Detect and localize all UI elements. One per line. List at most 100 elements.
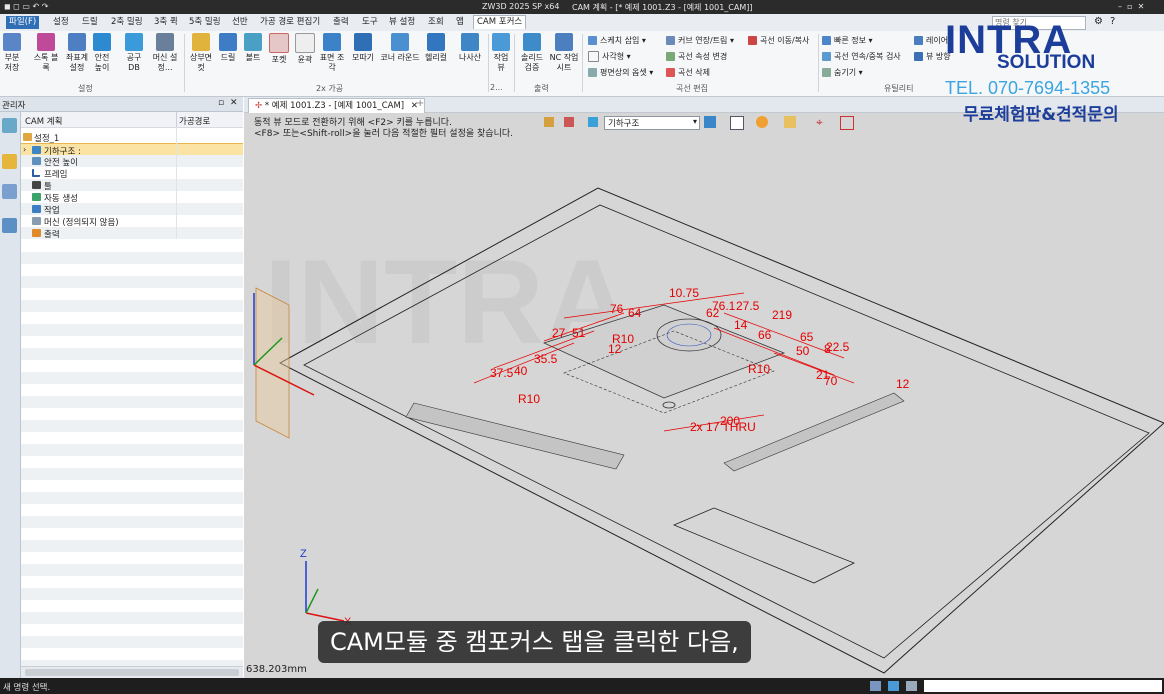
column-cam-plan[interactable]: CAM 계획 (25, 115, 62, 127)
tab-inquiry[interactable]: 조회 (425, 16, 447, 29)
tree-item-output[interactable]: 출력 (21, 227, 243, 240)
close-panel-icon[interactable]: ✕ (230, 98, 238, 108)
move-copy-icon (748, 36, 757, 45)
solid-verify-icon (523, 33, 541, 51)
partial-save-button[interactable]: 부분 저장 (2, 33, 22, 73)
status-input-field[interactable] (924, 680, 1162, 692)
expand-icon[interactable]: › (23, 145, 26, 154)
brand-sub: SOLUTION (997, 52, 1096, 73)
nc-sheet-button[interactable]: NC 작업 시트 (548, 33, 580, 73)
thread-button[interactable]: 나사산 (456, 33, 484, 63)
work-view-button[interactable]: 작업 뷰 (490, 33, 512, 73)
window-controls[interactable]: – ▫ ✕ (1118, 2, 1144, 11)
history-tab-icon[interactable] (2, 118, 17, 133)
quick-info-button[interactable]: 빠른 정보 ▾ (822, 35, 873, 46)
title-block (672, 507, 855, 584)
tab-3axis[interactable]: 3축 퀵 (151, 16, 181, 29)
tree-item-auto-generate[interactable]: 자동 생성 (21, 191, 243, 204)
drill-button[interactable]: 드릴 (218, 33, 238, 63)
tab-toolpath-editor[interactable]: 가공 경로 편집기 (257, 16, 323, 29)
rail-left (405, 402, 625, 470)
app-title: ZW3D 2025 SP x64 (482, 2, 560, 11)
folder-icon (23, 133, 32, 141)
tool-icon (32, 181, 41, 189)
surface-engrave-button[interactable]: 표면 조각 (318, 33, 346, 73)
dim-label: 35.5 (534, 352, 558, 366)
tab-cam-focus[interactable]: CAM 포커스 (473, 15, 527, 29)
tab-tools[interactable]: 도구 (359, 16, 381, 29)
tab-view-settings[interactable]: 뷰 설정 (386, 16, 418, 29)
dim-label: 62 (706, 306, 720, 320)
user-tab-icon[interactable] (2, 218, 17, 233)
geometry-icon (32, 146, 41, 154)
triad-x-line (305, 612, 345, 622)
stock-block-button[interactable]: 스톡 블록 (32, 33, 60, 73)
rectangle-button[interactable]: 사각형 ▾ (588, 51, 631, 62)
status-grid-icon[interactable] (906, 681, 917, 691)
tab-5axis[interactable]: 5축 밀링 (186, 16, 224, 29)
scale-readout: 638.203mm (246, 664, 307, 675)
tab-setup[interactable]: 설정 (50, 16, 72, 29)
tree-item-machine[interactable]: 머신 (정의되지 않음) (21, 215, 243, 228)
dim-label: 27.5 (736, 299, 760, 313)
chamfer-button[interactable]: 모따기 (350, 33, 376, 63)
app-icons[interactable]: ◼ ◻ ▭ ↶ ↷ (4, 2, 48, 11)
pocket-button[interactable]: 포켓 (268, 33, 290, 65)
brand-promo: 무료체험판&견적문의 (963, 105, 1119, 125)
scroll-thumb[interactable] (25, 669, 239, 676)
tab-output[interactable]: 출력 (330, 16, 352, 29)
safe-height-button[interactable]: 안전 높이 (92, 33, 112, 73)
status-bar: 새 명령 선택. (0, 678, 1164, 694)
cad-drawing: INTRA 10.75 76.1 27.5 219 76 64 62 14 66… (253, 187, 1164, 674)
status-view-icon[interactable] (870, 681, 881, 691)
pin-icon[interactable]: ▫ (218, 98, 224, 108)
curve-attr-button[interactable]: 곡선 속성 변경 (666, 51, 727, 62)
corner-round-icon (391, 33, 409, 51)
tab-2axis[interactable]: 2축 밀링 (108, 16, 146, 29)
curve-extend-trim-button[interactable]: 커브 연장/트림 ▾ (666, 35, 734, 46)
solid-verify-button[interactable]: 솔리드 검증 (518, 33, 546, 73)
layer-icon (914, 36, 923, 45)
planar-offset-button[interactable]: 평면상의 옵셋 ▾ (588, 67, 653, 78)
doc-tab-label: * 예제 1001.Z3 - [예제 1001_CAM] (264, 101, 405, 111)
insert-sketch-button[interactable]: 스케치 삽입 ▾ (588, 35, 646, 46)
tree-item-safe-height[interactable]: 안전 높이 (21, 155, 243, 168)
layer-button[interactable]: 레이어 (914, 35, 948, 46)
tool-db-button[interactable]: 공구 DB (124, 33, 144, 73)
hide-button[interactable]: 숨기기 ▾ (822, 67, 863, 78)
corner-round-button[interactable]: 코너 라운드 (380, 33, 420, 63)
machine-setup-button[interactable]: 머신 설정... (148, 33, 182, 73)
tree-empty-rows (21, 240, 243, 666)
profile-button[interactable]: 윤곽 (294, 33, 316, 65)
helical-icon (427, 33, 445, 51)
cam-tab-icon[interactable] (2, 154, 17, 169)
tab-file[interactable]: 파일(F) (6, 16, 40, 29)
cad-viewport[interactable]: 동적 뷰 모드로 전환하기 위해 <F2> 키를 누릅니다. <F8> 또는<S… (244, 113, 1164, 678)
column-divider (176, 112, 177, 127)
tree-item-tool[interactable]: 툴 (21, 179, 243, 192)
work-view-icon (492, 33, 510, 51)
curve-delete-button[interactable]: 곡선 삭제 (666, 67, 710, 78)
curve-check-button[interactable]: 곡선 연속/중복 검사 (822, 51, 901, 62)
dim-label: 66 (758, 328, 772, 342)
tab-lathe[interactable]: 선반 (229, 16, 251, 29)
operation-icon (32, 205, 41, 213)
doc-tab[interactable]: ✢ * 예제 1001.Z3 - [예제 1001_CAM] ✕ (248, 98, 425, 113)
status-layer-icon[interactable] (888, 681, 899, 691)
tree-item-setup[interactable]: 설정_1 (21, 131, 243, 144)
tab-apps[interactable]: 앱 (453, 16, 467, 29)
column-toolpath[interactable]: 가공경로 (179, 115, 210, 127)
curve-move-copy-button[interactable]: 곡선 이동/복사 (748, 35, 809, 46)
coord-setup-button[interactable]: 좌표계 설정 (64, 33, 90, 73)
view-tab-icon[interactable] (2, 184, 17, 199)
tree-item-frame[interactable]: 프레임 (21, 167, 243, 180)
doc-tab-pin-icon: ✢ (255, 101, 263, 111)
helical-button[interactable]: 헬리컬 (422, 33, 450, 63)
tree-item-operation[interactable]: 작업 (21, 203, 243, 216)
group-label-3: 2... (490, 83, 503, 92)
new-tab-icon[interactable]: + (416, 98, 424, 109)
face-cut-button[interactable]: 상부면 컷 (186, 33, 216, 73)
machine-icon (156, 33, 174, 51)
tab-drill[interactable]: 드릴 (79, 16, 101, 29)
bolt-button[interactable]: 볼트 (242, 33, 264, 63)
